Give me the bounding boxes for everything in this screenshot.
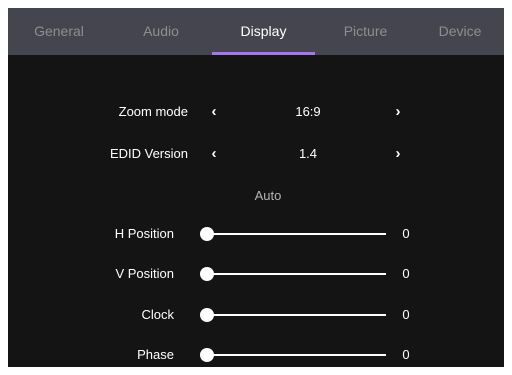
edid-version-label: EDID Version (109, 146, 188, 161)
clock-value: 0 (402, 307, 410, 322)
v-position-label: V Position (115, 266, 174, 281)
tab-display[interactable]: Display (212, 8, 315, 55)
clock-slider[interactable] (200, 308, 386, 322)
tab-picture[interactable]: Picture (315, 8, 416, 55)
phase-value: 0 (402, 347, 410, 362)
chevron-left-icon[interactable]: ‹ (206, 102, 222, 122)
chevron-right-icon[interactable]: › (390, 102, 406, 122)
zoom-mode-label: Zoom mode (118, 104, 188, 119)
phase-label: Phase (137, 347, 174, 362)
zoom-mode-value: 16:9 (295, 104, 321, 119)
h-position-slider-handle[interactable] (200, 227, 214, 241)
auto-section-label: Auto (254, 188, 282, 203)
phase-slider[interactable] (200, 348, 386, 362)
v-position-value: 0 (402, 266, 410, 281)
v-position-slider-handle[interactable] (200, 267, 214, 281)
edid-version-value: 1.4 (298, 146, 318, 161)
h-position-slider[interactable] (200, 227, 386, 241)
h-position-label: H Position (114, 226, 174, 241)
tab-bar: General Audio Display Picture Device (8, 8, 504, 55)
phase-slider-handle[interactable] (200, 348, 214, 362)
h-position-value: 0 (402, 226, 410, 241)
tab-device[interactable]: Device (416, 8, 504, 55)
tab-audio[interactable]: Audio (110, 8, 212, 55)
display-settings-screen: General Audio Display Picture Device Zoo… (8, 8, 504, 367)
active-tab-indicator (212, 52, 315, 55)
chevron-right-icon[interactable]: › (390, 144, 406, 164)
v-position-slider[interactable] (200, 267, 386, 281)
clock-slider-handle[interactable] (200, 308, 214, 322)
tab-general[interactable]: General (8, 8, 110, 55)
chevron-left-icon[interactable]: ‹ (206, 144, 222, 164)
clock-label: Clock (141, 307, 174, 322)
